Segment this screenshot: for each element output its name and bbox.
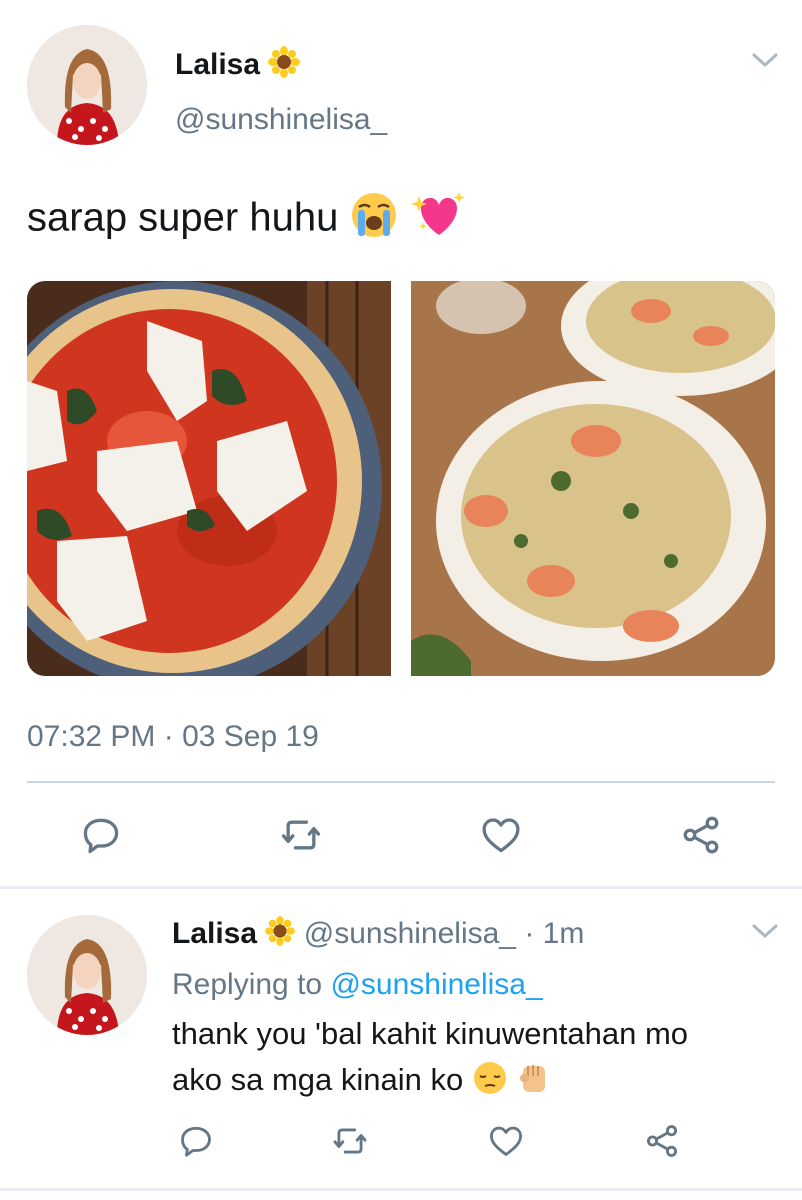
share-icon <box>683 816 719 854</box>
sunflower-icon <box>268 46 301 86</box>
like-icon <box>482 818 520 853</box>
loudly-crying-face-icon <box>349 190 399 250</box>
reply-text-line-1: thank you 'bal kahit kinuwentahan mo <box>172 1016 689 1051</box>
shrimp-pasta-photo[interactable] <box>411 281 775 676</box>
reply-icon <box>181 1126 211 1157</box>
reply-button[interactable] <box>76 810 126 860</box>
divider <box>27 781 775 783</box>
reply-separator: · <box>516 916 543 950</box>
author-name[interactable]: Lalisa <box>175 46 301 86</box>
author-handle[interactable]: @sunshinelisa_ <box>175 103 387 137</box>
reply-author-handle[interactable]: @sunshinelisa_ <box>304 917 516 950</box>
retweet-button[interactable] <box>276 810 326 860</box>
share-button[interactable] <box>676 810 726 860</box>
author-name-text: Lalisa <box>175 47 261 81</box>
reply-time[interactable]: 1m <box>543 917 585 950</box>
like-button[interactable] <box>476 810 526 860</box>
reply-avatar[interactable] <box>27 915 147 1035</box>
retweet-icon <box>281 820 321 850</box>
reply-author-name[interactable]: Lalisa <box>172 917 257 950</box>
pizza-photo[interactable] <box>27 281 391 676</box>
tweet-timestamp[interactable]: 07:32 PM · 03 Sep 19 <box>27 720 319 754</box>
avatar[interactable] <box>27 25 147 145</box>
replying-to: Replying to @sunshinelisa_ <box>172 968 543 1002</box>
share-icon <box>646 1125 678 1157</box>
like-icon <box>490 1126 522 1156</box>
reply-text-line-2: ako sa mga kinain ko <box>172 1060 552 1104</box>
replying-prefix: Replying to <box>172 968 331 1001</box>
sunflower-icon <box>265 916 296 954</box>
chevron-down-icon[interactable] <box>751 50 779 70</box>
reply-chevron-down-icon[interactable] <box>751 921 779 941</box>
raised-fist-icon <box>516 1060 552 1104</box>
pensive-face-icon <box>472 1060 508 1104</box>
sparkling-heart-icon <box>410 190 467 250</box>
reply-share-button[interactable] <box>637 1116 687 1166</box>
reply-text-line-2-body: ako sa mga kinain ko <box>172 1062 464 1098</box>
reply-retweet-button[interactable] <box>325 1116 375 1166</box>
reply-like-button[interactable] <box>481 1116 531 1166</box>
tweet-text: sarap super huhu <box>27 190 467 250</box>
replying-to-mention[interactable]: @sunshinelisa_ <box>330 968 542 1001</box>
bottom-divider <box>0 1188 802 1191</box>
section-divider <box>0 886 802 889</box>
reply-icon <box>83 818 119 854</box>
reply-header: Lalisa @sunshinelisa_ · 1m <box>172 916 584 954</box>
reply-reply-button[interactable] <box>171 1116 221 1166</box>
retweet-icon <box>333 1128 367 1154</box>
tweet-text-body: sarap super huhu <box>27 195 339 240</box>
